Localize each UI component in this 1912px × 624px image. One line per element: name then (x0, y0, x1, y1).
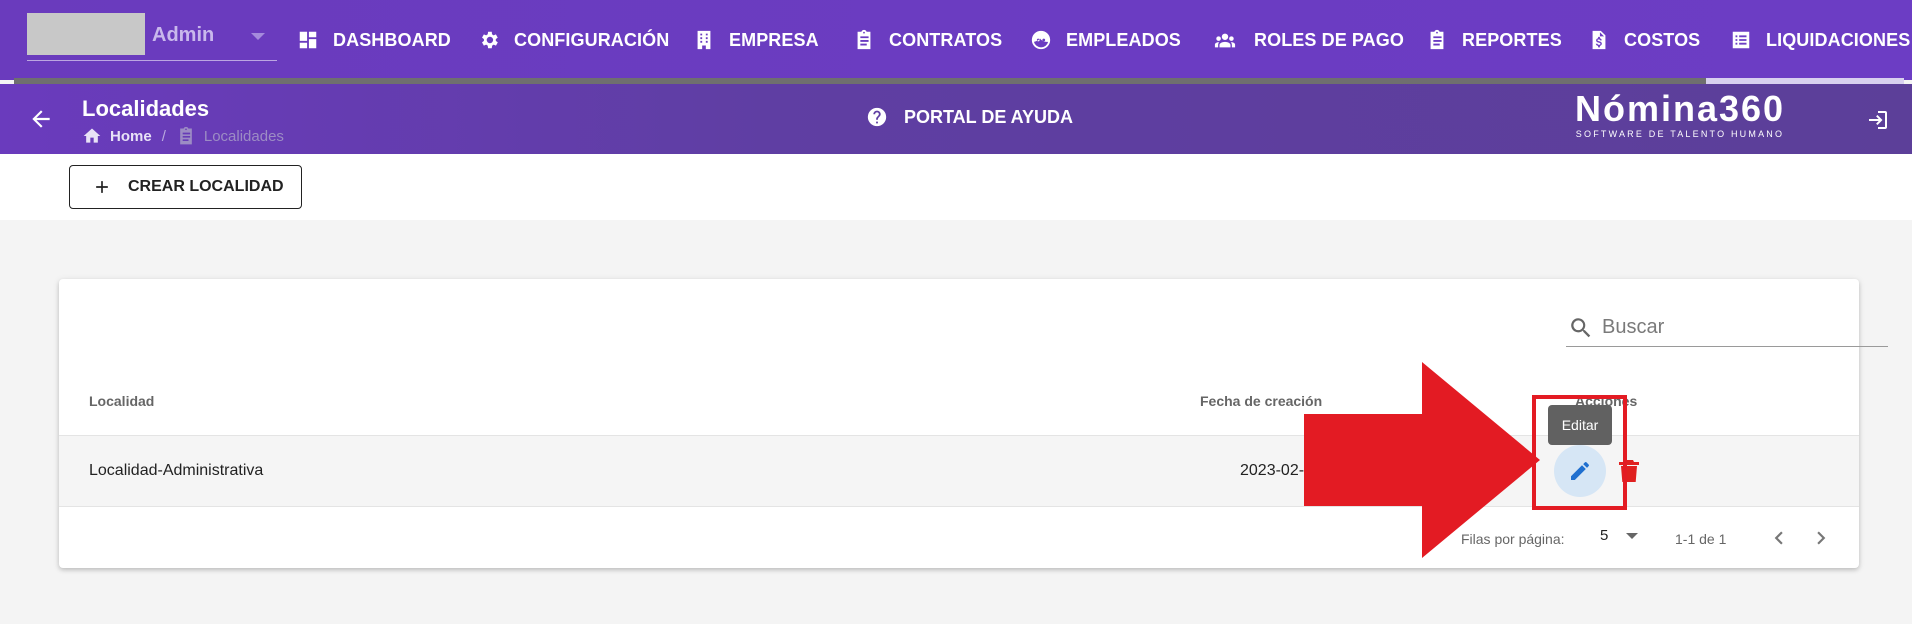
cell-fecha: 2023-02- (1240, 462, 1305, 479)
arrow-left-icon (32, 110, 50, 128)
list-icon (1732, 31, 1750, 49)
company-name-redacted (27, 13, 145, 55)
building-icon (697, 30, 711, 50)
breadcrumb-separator: / (161, 127, 166, 145)
nav-label: EMPRESA (729, 29, 819, 50)
logout-button[interactable] (1866, 108, 1890, 132)
action-bar: CREAR LOCALIDAD (0, 154, 1912, 220)
nav-label: COSTOS (1624, 29, 1701, 50)
nav-label: EMPLEADOS (1066, 29, 1181, 50)
nav-empresa[interactable]: EMPRESA (693, 22, 819, 58)
nav-costos[interactable]: COSTOS (1588, 22, 1700, 58)
column-header-localidad[interactable]: Localidad (89, 393, 154, 409)
nav-label: CONFIGURACIÓN (514, 29, 670, 50)
help-icon (867, 107, 887, 127)
search-icon (1571, 317, 1591, 337)
cell-localidad: Localidad-Administrativa (89, 462, 264, 479)
annotation-highlight-box (1532, 395, 1627, 510)
nav-label: LIQUIDACIONES (1766, 29, 1911, 50)
rows-per-page-select[interactable]: 5 (1600, 527, 1639, 544)
nav-dashboard[interactable]: DASHBOARD (297, 22, 451, 58)
clipboard-icon (857, 29, 871, 50)
home-icon (83, 128, 101, 143)
nav-label: ROLES DE PAGO (1254, 29, 1404, 50)
chevron-down-icon[interactable] (251, 33, 265, 40)
logout-icon (1869, 111, 1887, 129)
pagination-range: 1-1 de 1 (1675, 531, 1727, 547)
help-label: PORTAL DE AYUDA (904, 106, 1074, 127)
dashboard-icon (299, 31, 317, 49)
breadcrumb: Home / Localidades (82, 126, 284, 146)
chevron-left-icon (1774, 531, 1783, 545)
back-button[interactable] (28, 106, 54, 132)
next-page-button[interactable] (1808, 525, 1834, 551)
chevron-down-icon (1626, 532, 1639, 539)
search-field[interactable] (1566, 309, 1888, 347)
gear-icon (482, 31, 498, 49)
nav-roles-de-pago[interactable]: ROLES DE PAGO (1210, 22, 1404, 58)
page-title: Localidades (82, 96, 210, 121)
nav-label: CONTRATOS (889, 29, 1003, 50)
page-header: Localidades Home / Localidades PORTAL DE… (0, 84, 1912, 154)
face-icon (1031, 30, 1051, 50)
chevron-right-icon (1817, 531, 1826, 545)
search-input[interactable] (1602, 316, 1862, 339)
previous-page-button[interactable] (1766, 525, 1792, 551)
nav-liquidaciones[interactable]: LIQUIDACIONES (1730, 22, 1910, 58)
clipboard-icon (1430, 29, 1444, 50)
plus-icon (96, 181, 108, 193)
user-role: Admin (152, 24, 215, 46)
nav-label: REPORTES (1462, 29, 1562, 50)
help-portal-link[interactable]: PORTAL DE AYUDA (866, 106, 1073, 128)
top-nav: Admin DASHBOARD CONFIGURACIÓN EMPRESA CO… (0, 0, 1912, 80)
nav-label: DASHBOARD (333, 29, 451, 50)
nav-reportes[interactable]: REPORTES (1426, 22, 1562, 58)
nav-contratos[interactable]: CONTRATOS (853, 22, 1002, 58)
group-icon (1214, 33, 1236, 48)
create-localidad-button[interactable]: CREAR LOCALIDAD (69, 165, 302, 209)
clipboard-icon (180, 126, 192, 145)
nav-empleados[interactable]: EMPLEADOS (1030, 22, 1181, 58)
rows-per-page-value: 5 (1600, 527, 1609, 544)
create-localidad-label: CREAR LOCALIDAD (128, 178, 284, 195)
annotation-arrow-icon (1304, 362, 1540, 558)
breadcrumb-home[interactable]: Home (110, 128, 152, 145)
company-selector[interactable]: Admin (27, 13, 277, 61)
dollar-file-icon (1592, 30, 1606, 50)
nav-configuracion[interactable]: CONFIGURACIÓN (478, 22, 669, 58)
nomina360-logo: Nómina360 SOFTWARE DE TALENTO HUMANO (1574, 88, 1786, 140)
breadcrumb-current: Localidades (203, 127, 284, 145)
